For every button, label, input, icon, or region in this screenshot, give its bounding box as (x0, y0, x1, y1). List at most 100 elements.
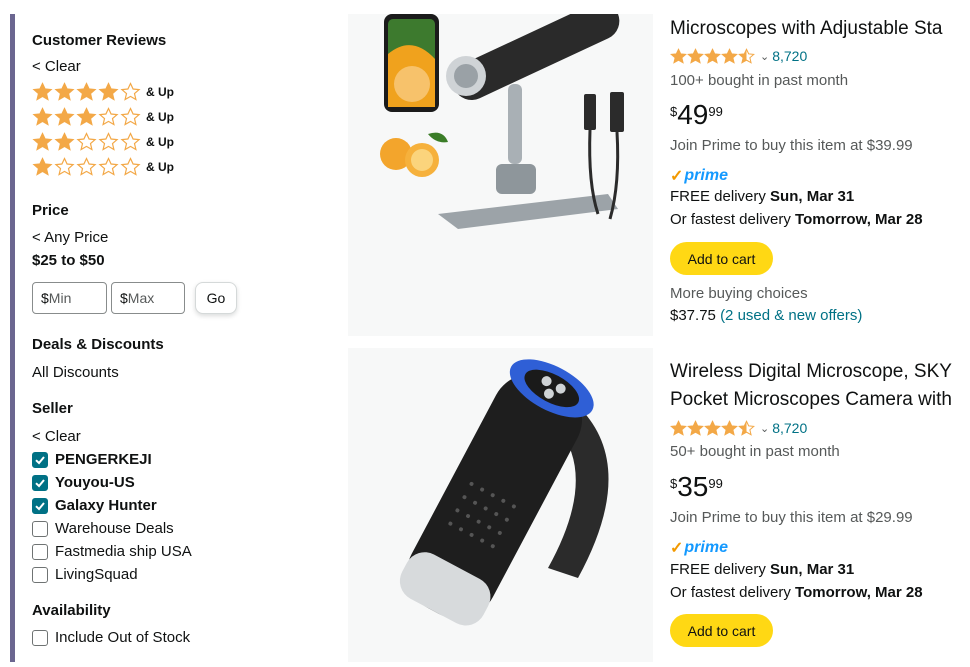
star-icon (76, 132, 97, 151)
min-price-field[interactable]: $ Min (32, 282, 107, 314)
product-image-panel-1[interactable] (348, 1, 653, 336)
price-heading: Price (32, 202, 69, 219)
star-icon (704, 48, 721, 64)
prime-offer-1: Join Prime to buy this item at $39.99 (670, 137, 913, 154)
star-icon (98, 82, 119, 101)
review-count-1[interactable]: 8,720 (772, 48, 807, 64)
product-title-2-line1[interactable]: Wireless Digital Microscope, SKY (670, 361, 952, 383)
used-offers-link[interactable]: (2 used & new offers) (720, 307, 862, 324)
delivery-prefix: FREE delivery (670, 561, 771, 578)
star-icon (120, 132, 141, 151)
and-up-label: & Up (146, 84, 174, 99)
fastest-delivery-2: Or fastest delivery Tomorrow, Mar 28 (670, 584, 923, 601)
prime-offer-2: Join Prime to buy this item at $29.99 (670, 509, 913, 526)
all-discounts-link[interactable]: All Discounts (32, 364, 119, 381)
product-image-panel-2[interactable] (348, 348, 653, 662)
delivery-line-2: FREE delivery Sun, Mar 31 (670, 561, 854, 578)
star-icon (721, 420, 738, 436)
product-price-1: $ 49 99 (670, 100, 723, 130)
availability-heading: Availability (32, 602, 111, 619)
wireless-microscope-image (399, 359, 609, 626)
include-oos-label: Include Out of Stock (55, 629, 191, 646)
product-rating-1[interactable]: ⌄ 8,720 (670, 48, 807, 64)
price-whole: 35 (677, 471, 709, 502)
star-icon (120, 82, 141, 101)
seller-label: LivingSquad (55, 566, 138, 583)
and-up-label: & Up (146, 159, 174, 174)
star-icon (738, 48, 755, 64)
fast-date: Tomorrow, Mar 28 (795, 584, 923, 601)
product-title-2-line2[interactable]: Pocket Microscopes Camera with (670, 389, 952, 411)
checkbox-icon (32, 497, 48, 514)
seller-checkbox-galaxy-hunter[interactable]: Galaxy Hunter (32, 497, 157, 514)
seller-heading: Seller (32, 400, 73, 417)
prime-check-icon: ✓ (670, 168, 684, 185)
prime-badge-2: ✓ prime (670, 538, 728, 558)
any-price-link[interactable]: < Any Price (32, 229, 108, 246)
star-icon (98, 132, 119, 151)
star-icon (54, 107, 75, 126)
star-icon (32, 107, 53, 126)
more-buying-choices-1: More buying choices (670, 285, 808, 302)
review-count-2[interactable]: 8,720 (772, 420, 807, 436)
min-dollar-sign: $ (41, 290, 49, 306)
and-up-label: & Up (146, 109, 174, 124)
fast-date: Tomorrow, Mar 28 (795, 211, 923, 228)
reviews-clear-link[interactable]: < Clear (32, 58, 81, 75)
star-icon (32, 82, 53, 101)
seller-checkbox-livingsquad[interactable]: LivingSquad (32, 566, 138, 583)
seller-checkbox-pengerkeji[interactable]: PENGERKEJI (32, 451, 152, 468)
fast-prefix: Or fastest delivery (670, 211, 796, 228)
min-price-placeholder: Min (48, 290, 72, 306)
price-go-button[interactable]: Go (195, 282, 237, 314)
star-icon (98, 157, 119, 176)
star-icon (670, 48, 687, 64)
customer-reviews-heading: Customer Reviews (32, 32, 167, 49)
seller-checkbox-warehouse-deals[interactable]: Warehouse Deals (32, 520, 174, 537)
star-filter-1-up[interactable]: & Up (32, 157, 174, 176)
delivery-line-1: FREE delivery Sun, Mar 31 (670, 188, 854, 205)
price-fraction: 99 (708, 104, 723, 119)
delivery-date: Sun, Mar 31 (770, 561, 855, 578)
product-title-1[interactable]: Microscopes with Adjustable Sta (670, 18, 942, 40)
and-up-label: & Up (146, 134, 174, 149)
star-icon (120, 157, 141, 176)
seller-label: Youyou-US (55, 474, 135, 491)
checkbox-icon (32, 566, 48, 583)
add-to-cart-button-2[interactable]: Add to cart (670, 614, 773, 647)
star-icon (721, 48, 738, 64)
seller-checkbox-youyou-us[interactable]: Youyou-US (32, 474, 135, 491)
checkbox-icon (32, 629, 48, 646)
bought-count-1: 100+ bought in past month (670, 72, 849, 89)
fastest-delivery-1: Or fastest delivery Tomorrow, Mar 28 (670, 211, 923, 228)
star-icon (54, 82, 75, 101)
star-icon (704, 420, 721, 436)
add-to-cart-button-1[interactable]: Add to cart (670, 242, 773, 275)
star-icon (32, 157, 53, 176)
seller-label: Fastmedia ship USA (55, 543, 192, 560)
price-symbol: $ (670, 476, 678, 491)
seller-clear-link[interactable]: < Clear (32, 428, 81, 445)
deals-heading: Deals & Discounts (32, 336, 164, 353)
chevron-down-icon: ⌄ (760, 50, 770, 63)
product-rating-2[interactable]: ⌄ 8,720 (670, 420, 807, 436)
price-fraction: 99 (708, 476, 723, 491)
star-icon (76, 107, 97, 126)
max-price-field[interactable]: $ Max (111, 282, 185, 314)
include-out-of-stock-checkbox[interactable]: Include Out of Stock (32, 629, 190, 646)
delivery-prefix: FREE delivery (670, 188, 771, 205)
star-filter-4-up[interactable]: & Up (32, 82, 174, 101)
star-icon (76, 157, 97, 176)
fast-prefix: Or fastest delivery (670, 584, 796, 601)
star-icon (738, 420, 755, 436)
star-icon (687, 420, 704, 436)
product-price-2: $ 35 99 (670, 472, 723, 502)
star-filter-3-up[interactable]: & Up (32, 107, 174, 126)
seller-checkbox-fastmedia-ship-usa[interactable]: Fastmedia ship USA (32, 543, 192, 560)
price-symbol: $ (670, 104, 678, 119)
delivery-date: Sun, Mar 31 (770, 188, 855, 205)
chevron-down-icon: ⌄ (760, 422, 770, 435)
sidebar-accent-bar (10, 14, 15, 662)
star-filter-2-up[interactable]: & Up (32, 132, 174, 151)
star-icon (54, 157, 75, 176)
